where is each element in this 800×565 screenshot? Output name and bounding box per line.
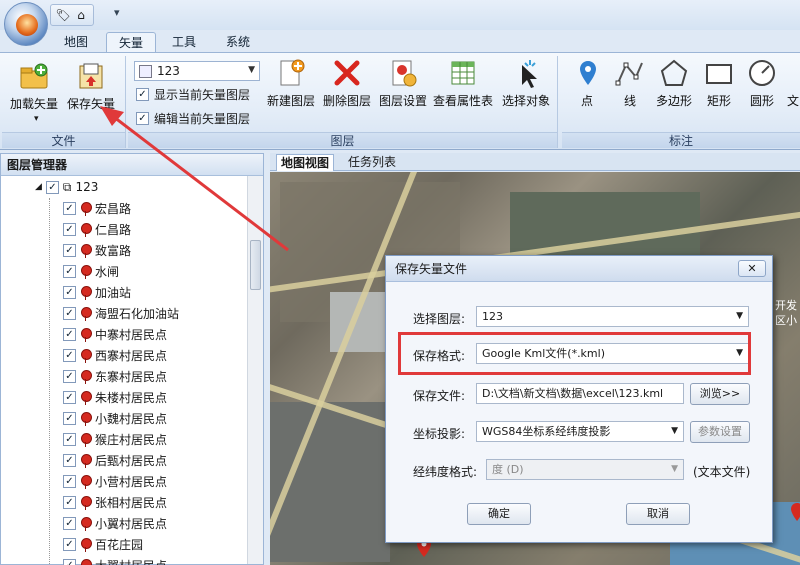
app-logo-icon xyxy=(16,14,38,36)
app-menu-orb[interactable] xyxy=(4,2,48,46)
annotation-arrow xyxy=(100,106,289,252)
